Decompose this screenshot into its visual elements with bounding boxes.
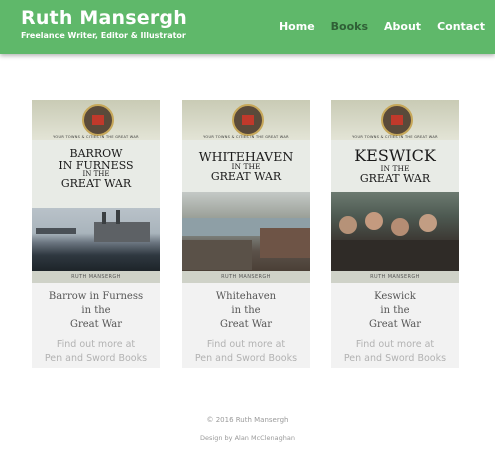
main-nav: Home Books About Contact	[263, 20, 485, 33]
book-title[interactable]: Keswick in the Great War	[331, 290, 459, 332]
nav-contact[interactable]: Contact	[437, 20, 485, 33]
nav-books[interactable]: Books	[331, 20, 368, 33]
book-title[interactable]: Barrow in Furness in the Great War	[32, 290, 160, 332]
emblem-icon	[232, 104, 264, 136]
cover-series: YOUR TOWNS & CITIES IN THE GREAT WAR	[352, 135, 438, 139]
cover-title: WHITEHAVEN IN THE GREAT WAR	[198, 149, 294, 183]
emblem-icon	[381, 104, 413, 136]
book-cover-keswick[interactable]: YOUR TOWNS & CITIES IN THE GREAT WAR KES…	[331, 100, 459, 283]
cover-author: RUTH MANSERGH	[182, 271, 310, 283]
book-card-whitehaven[interactable]: YOUR TOWNS & CITIES IN THE GREAT WAR WHI…	[182, 100, 310, 368]
site-subtitle: Freelance Writer, Editor & Illustrator	[21, 31, 186, 40]
cover-photo	[32, 208, 160, 271]
footer-design-credit[interactable]: Design by Alan McClenaghan	[0, 434, 495, 442]
book-cover-barrow[interactable]: YOUR TOWNS & CITIES IN THE GREAT WAR BAR…	[32, 100, 160, 283]
nav-home[interactable]: Home	[279, 20, 315, 33]
site-title[interactable]: Ruth Mansergh	[21, 7, 187, 29]
cover-series: YOUR TOWNS & CITIES IN THE GREAT WAR	[53, 135, 139, 139]
book-card-barrow[interactable]: YOUR TOWNS & CITIES IN THE GREAT WAR BAR…	[32, 100, 160, 368]
cover-author: RUTH MANSERGH	[331, 271, 459, 283]
nav-about[interactable]: About	[384, 20, 421, 33]
cover-title: KESWICK IN THE GREAT WAR	[354, 146, 436, 185]
pen-and-sword-link[interactable]: Find out more at Pen and Sword Books	[182, 338, 310, 366]
emblem-icon	[82, 104, 114, 136]
cover-title: BARROW IN FURNESS IN THE GREAT WAR	[58, 147, 134, 191]
book-cover-whitehaven[interactable]: YOUR TOWNS & CITIES IN THE GREAT WAR WHI…	[182, 100, 310, 283]
pen-and-sword-link[interactable]: Find out more at Pen and Sword Books	[32, 338, 160, 366]
book-title[interactable]: Whitehaven in the Great War	[182, 290, 310, 332]
cover-photo	[182, 192, 310, 271]
book-card-keswick[interactable]: YOUR TOWNS & CITIES IN THE GREAT WAR KES…	[331, 100, 459, 368]
cover-series: YOUR TOWNS & CITIES IN THE GREAT WAR	[203, 135, 289, 139]
cover-author: RUTH MANSERGH	[32, 271, 160, 283]
cover-photo	[331, 192, 459, 271]
pen-and-sword-link[interactable]: Find out more at Pen and Sword Books	[331, 338, 459, 366]
site-header: Ruth Mansergh Freelance Writer, Editor &…	[0, 0, 495, 54]
footer-copyright: © 2016 Ruth Mansergh	[206, 416, 289, 424]
